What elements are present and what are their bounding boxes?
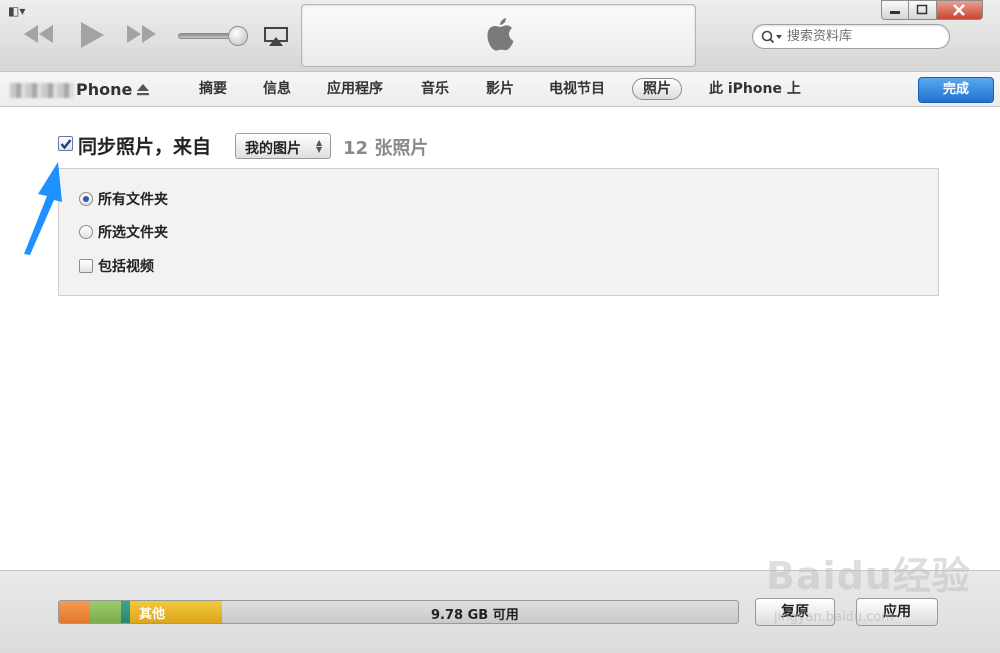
apple-logo-icon xyxy=(487,18,514,51)
capacity-segment-documents xyxy=(121,601,130,623)
option-all-folders[interactable]: 所有文件夹 xyxy=(79,190,168,208)
device-name[interactable]: Phone xyxy=(76,80,132,99)
player-toolbar: ◧▾ xyxy=(0,0,1000,72)
maximize-icon xyxy=(916,4,928,15)
previous-track-button[interactable] xyxy=(22,22,56,46)
capacity-bar: 其他 9.78 GB 可用 xyxy=(58,600,739,624)
tab-movies[interactable]: 影片 xyxy=(486,80,514,100)
volume-knob[interactable] xyxy=(228,26,248,46)
watermark: Baidu经验 xyxy=(766,554,971,598)
sync-photos-checkbox[interactable] xyxy=(58,136,73,151)
photo-source-value: 我的图片 xyxy=(245,141,301,157)
annotation-arrow-icon xyxy=(24,162,62,255)
tab-tv-shows[interactable]: 电视节目 xyxy=(549,80,605,100)
tab-apps[interactable]: 应用程序 xyxy=(327,80,383,100)
airplay-button[interactable] xyxy=(264,27,288,51)
search-input[interactable] xyxy=(787,27,937,46)
itunes-window: ◧▾ 搜索资料库 Phone 摘要 信息 应用程序 音乐 影片 电视节目 照片 … xyxy=(0,0,1000,653)
include-videos-label: 包括视频 xyxy=(98,259,154,275)
capacity-segment-apps xyxy=(90,601,121,623)
search-box[interactable] xyxy=(752,24,950,49)
tab-summary[interactable]: 摘要 xyxy=(199,80,227,100)
tab-on-this-iphone[interactable]: 此 iPhone 上 xyxy=(709,80,801,100)
select-arrows-icon: ▲ ▼ xyxy=(316,138,323,154)
capacity-other-label: 其他 xyxy=(139,607,166,622)
capacity-segment-audio xyxy=(59,601,90,623)
capacity-free-label: 9.78 GB 可用 xyxy=(431,608,519,623)
play-button[interactable] xyxy=(78,20,106,50)
close-button[interactable] xyxy=(937,0,983,20)
all-folders-radio[interactable] xyxy=(79,192,93,206)
option-include-videos[interactable]: 包括视频 xyxy=(79,257,154,275)
option-selected-folders[interactable]: 所选文件夹 xyxy=(79,223,168,241)
close-icon xyxy=(953,4,965,16)
minimize-icon xyxy=(890,11,900,14)
tab-music[interactable]: 音乐 xyxy=(421,80,449,100)
device-tab-bar: Phone 摘要 信息 应用程序 音乐 影片 电视节目 照片 此 iPhone … xyxy=(0,72,1000,107)
window-controls xyxy=(881,0,983,20)
status-display xyxy=(301,4,696,67)
checkmark-icon xyxy=(60,139,72,150)
airplay-icon xyxy=(264,27,288,46)
photo-source-select[interactable]: 我的图片 ▲ ▼ xyxy=(235,133,331,159)
next-track-button[interactable] xyxy=(124,22,158,46)
app-menu-icon[interactable]: ◧▾ xyxy=(8,4,25,18)
photo-count: 12 张照片 xyxy=(343,138,429,159)
selected-folders-label: 所选文件夹 xyxy=(98,225,168,241)
rewind-icon xyxy=(24,25,53,43)
sync-options-panel: 所有文件夹 所选文件夹 包括视频 xyxy=(58,168,939,296)
minimize-button[interactable] xyxy=(881,0,909,20)
done-button[interactable]: 完成 xyxy=(918,77,994,103)
fast-forward-icon xyxy=(127,25,156,43)
search-icon xyxy=(761,30,782,44)
tab-photos[interactable]: 照片 xyxy=(632,78,682,100)
maximize-button[interactable] xyxy=(909,0,937,20)
capacity-segment-other: 其他 xyxy=(130,601,222,623)
sync-photos-label: 同步照片，来自 xyxy=(78,136,212,158)
all-folders-label: 所有文件夹 xyxy=(98,192,168,208)
include-videos-checkbox[interactable] xyxy=(79,259,93,273)
play-icon xyxy=(81,22,104,48)
eject-icon[interactable] xyxy=(136,83,150,97)
tab-info[interactable]: 信息 xyxy=(263,80,291,100)
device-name-blurred xyxy=(10,83,74,98)
watermark-url: jingyan.baidu.com xyxy=(774,610,894,625)
selected-folders-radio[interactable] xyxy=(79,225,93,239)
